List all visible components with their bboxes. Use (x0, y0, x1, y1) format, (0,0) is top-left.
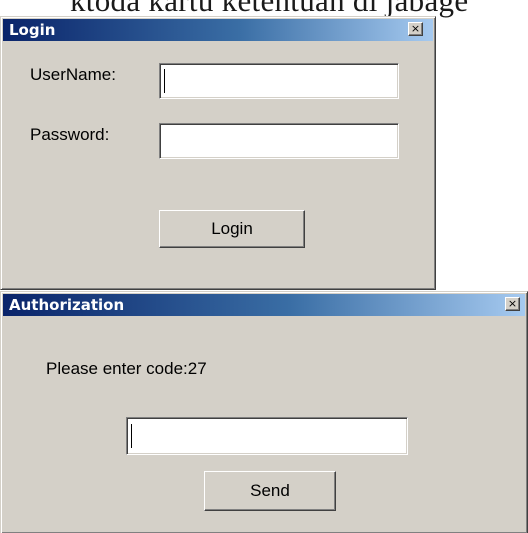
authorization-close-button[interactable]: × (505, 297, 520, 311)
login-titlebar[interactable]: Login × (3, 19, 433, 41)
code-input[interactable] (129, 420, 405, 452)
username-label: UserName: (30, 65, 116, 84)
authorization-window: Authorization × Please enter code:27 Sen… (0, 291, 528, 533)
send-button-label: Send (250, 481, 290, 500)
login-button-label: Login (211, 219, 253, 238)
close-icon: × (410, 22, 421, 35)
login-button[interactable]: Login (159, 210, 305, 248)
login-window: Login × UserName: Password: Login (0, 16, 436, 290)
login-close-button[interactable]: × (408, 22, 423, 36)
code-field[interactable] (126, 417, 408, 455)
password-input[interactable] (162, 126, 396, 156)
code-prompt-label: Please enter code:27 (46, 359, 207, 378)
authorization-window-title: Authorization (9, 296, 125, 314)
username-input[interactable] (162, 66, 396, 96)
username-field[interactable] (159, 63, 399, 99)
username-caret (164, 69, 165, 93)
send-button[interactable]: Send (204, 471, 336, 511)
code-caret (131, 424, 132, 448)
password-field[interactable] (159, 123, 399, 159)
close-icon: × (507, 297, 518, 310)
login-window-title: Login (9, 21, 56, 39)
password-label: Password: (30, 125, 110, 144)
authorization-titlebar[interactable]: Authorization × (3, 294, 525, 316)
